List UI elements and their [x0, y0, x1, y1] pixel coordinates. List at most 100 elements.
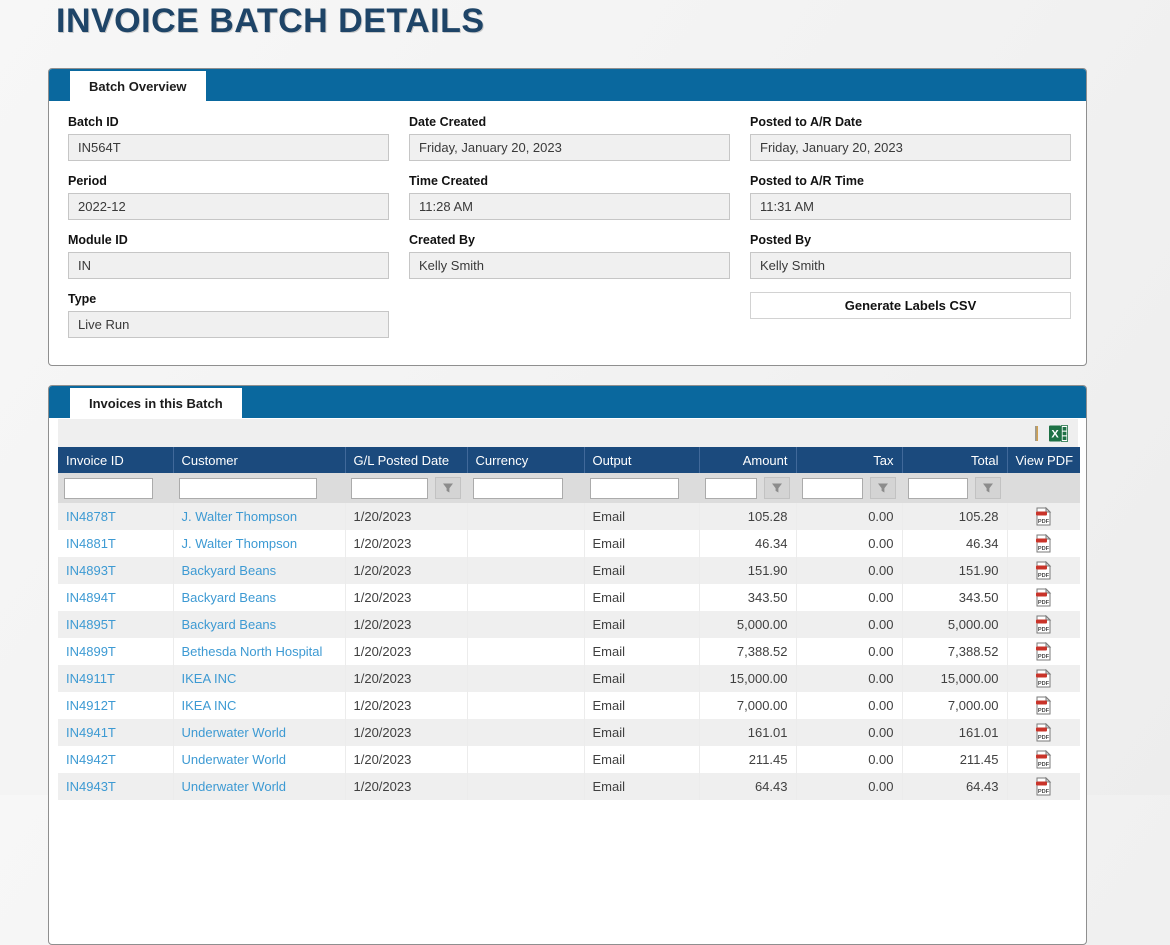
customer-link[interactable]: Backyard Beans	[182, 590, 277, 605]
total-cell: 64.43	[902, 773, 1007, 800]
posted-ar-date-label: Posted to A/R Date	[750, 115, 1071, 129]
posted-ar-time-field[interactable]	[750, 193, 1071, 220]
filter-funnel-button-date[interactable]	[435, 477, 461, 499]
invoice-id-link[interactable]: IN4878T	[66, 509, 116, 524]
excel-export-icon[interactable]: X	[1049, 425, 1068, 442]
posted-by-field[interactable]	[750, 252, 1071, 279]
time-created-field[interactable]	[409, 193, 730, 220]
filter-input-total[interactable]	[908, 478, 968, 499]
invoice-id-link[interactable]: IN4941T	[66, 725, 116, 740]
type-field[interactable]	[68, 311, 389, 338]
tab-invoices-in-batch[interactable]: Invoices in this Batch	[70, 388, 242, 418]
filter-input-gl-posted-date[interactable]	[351, 478, 428, 499]
type-label: Type	[68, 292, 389, 306]
customer-link[interactable]: Underwater World	[182, 725, 287, 740]
col-header-currency[interactable]: Currency	[467, 447, 584, 473]
view-pdf-button[interactable]: PDF	[1035, 642, 1052, 661]
customer-link[interactable]: Bethesda North Hospital	[182, 644, 323, 659]
filter-input-output[interactable]	[590, 478, 679, 499]
filter-input-currency[interactable]	[473, 478, 563, 499]
col-header-customer[interactable]: Customer	[173, 447, 345, 473]
col-header-total[interactable]: Total	[902, 447, 1007, 473]
customer-link[interactable]: Backyard Beans	[182, 617, 277, 632]
customer-link[interactable]: J. Walter Thompson	[182, 509, 298, 524]
svg-text:PDF: PDF	[1038, 735, 1050, 741]
module-id-label: Module ID	[68, 233, 389, 247]
col-header-tax[interactable]: Tax	[796, 447, 902, 473]
view-pdf-button[interactable]: PDF	[1035, 669, 1052, 688]
invoice-id-cell: IN4895T	[58, 611, 173, 638]
filter-input-amount[interactable]	[705, 478, 757, 499]
date-created-field[interactable]	[409, 134, 730, 161]
period-field[interactable]	[68, 193, 389, 220]
invoice-id-link[interactable]: IN4942T	[66, 752, 116, 767]
invoice-id-cell: IN4893T	[58, 557, 173, 584]
col-header-output[interactable]: Output	[584, 447, 699, 473]
filter-funnel-button-amount[interactable]	[764, 477, 790, 499]
amount-cell: 15,000.00	[699, 665, 796, 692]
customer-cell: Underwater World	[173, 773, 345, 800]
invoice-id-cell: IN4894T	[58, 584, 173, 611]
customer-cell: Backyard Beans	[173, 611, 345, 638]
invoice-id-link[interactable]: IN4911T	[66, 671, 115, 686]
tax-cell: 0.00	[796, 692, 902, 719]
invoice-id-link[interactable]: IN4893T	[66, 563, 116, 578]
filter-input-invoice-id[interactable]	[64, 478, 153, 499]
view-pdf-button[interactable]: PDF	[1035, 777, 1052, 796]
svg-text:PDF: PDF	[1038, 600, 1050, 606]
filter-funnel-button-tax[interactable]	[870, 477, 896, 499]
invoice-id-link[interactable]: IN4912T	[66, 698, 116, 713]
view-pdf-button[interactable]: PDF	[1035, 696, 1052, 715]
toolbar-separator	[1035, 426, 1038, 441]
view-pdf-button[interactable]: PDF	[1035, 507, 1052, 526]
excel-icon-glyph: X	[1049, 425, 1068, 442]
invoices-header-bar: Invoices in this Batch	[49, 386, 1086, 418]
invoice-id-cell: IN4943T	[58, 773, 173, 800]
col-header-invoice-id[interactable]: Invoice ID	[58, 447, 173, 473]
view-pdf-button[interactable]: PDF	[1035, 534, 1052, 553]
view-pdf-button[interactable]: PDF	[1035, 750, 1052, 769]
field-date-created: Date Created	[409, 115, 730, 161]
invoice-id-cell: IN4912T	[58, 692, 173, 719]
field-time-created: Time Created	[409, 174, 730, 220]
invoice-id-link[interactable]: IN4899T	[66, 644, 116, 659]
invoice-id-link[interactable]: IN4943T	[66, 779, 116, 794]
view-pdf-button[interactable]: PDF	[1035, 723, 1052, 742]
field-posted-date: Posted to A/R Date	[750, 115, 1071, 161]
view-pdf-button[interactable]: PDF	[1035, 588, 1052, 607]
table-row: IN4894T Backyard Beans 1/20/2023 Email 3…	[58, 584, 1080, 611]
filter-funnel-button-total[interactable]	[975, 477, 1001, 499]
invoice-id-link[interactable]: IN4895T	[66, 617, 116, 632]
view-pdf-button[interactable]: PDF	[1035, 561, 1052, 580]
table-row: IN4941T Underwater World 1/20/2023 Email…	[58, 719, 1080, 746]
filter-input-tax[interactable]	[802, 478, 863, 499]
currency-cell	[467, 530, 584, 557]
amount-cell: 7,388.52	[699, 638, 796, 665]
col-header-amount[interactable]: Amount	[699, 447, 796, 473]
invoice-id-link[interactable]: IN4894T	[66, 590, 116, 605]
generate-labels-csv-button[interactable]: Generate Labels CSV	[750, 292, 1071, 319]
customer-link[interactable]: IKEA INC	[182, 698, 237, 713]
pdf-icon: PDF	[1035, 777, 1052, 796]
view-pdf-cell: PDF	[1007, 719, 1080, 746]
pdf-icon: PDF	[1035, 723, 1052, 742]
funnel-icon	[771, 482, 783, 494]
total-cell: 5,000.00	[902, 611, 1007, 638]
batch-id-field[interactable]	[68, 134, 389, 161]
col-header-gl-posted-date[interactable]: G/L Posted Date	[345, 447, 467, 473]
customer-link[interactable]: Underwater World	[182, 779, 287, 794]
tax-cell: 0.00	[796, 557, 902, 584]
view-pdf-button[interactable]: PDF	[1035, 615, 1052, 634]
customer-link[interactable]: IKEA INC	[182, 671, 237, 686]
module-id-field[interactable]	[68, 252, 389, 279]
invoice-id-link[interactable]: IN4881T	[66, 536, 116, 551]
posted-ar-date-field[interactable]	[750, 134, 1071, 161]
customer-link[interactable]: J. Walter Thompson	[182, 536, 298, 551]
tax-cell: 0.00	[796, 719, 902, 746]
filter-input-customer[interactable]	[179, 478, 317, 499]
customer-link[interactable]: Underwater World	[182, 752, 287, 767]
customer-link[interactable]: Backyard Beans	[182, 563, 277, 578]
tab-batch-overview[interactable]: Batch Overview	[70, 71, 206, 101]
total-cell: 7,388.52	[902, 638, 1007, 665]
created-by-field[interactable]	[409, 252, 730, 279]
